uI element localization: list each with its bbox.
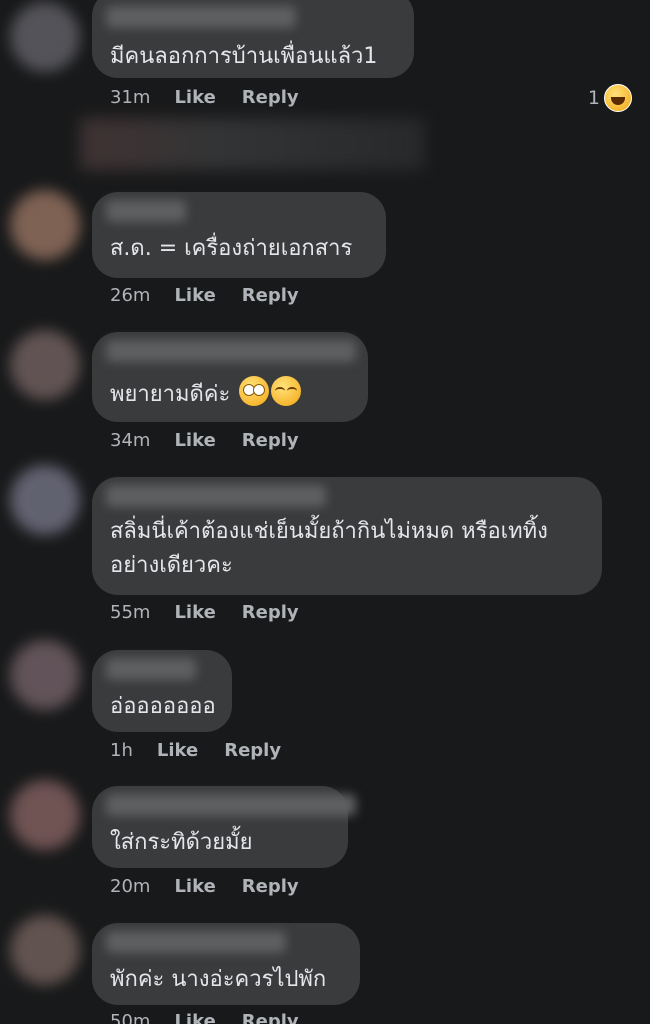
author-name[interactable]	[106, 340, 356, 362]
reply-button[interactable]: Reply	[242, 602, 299, 623]
author-name[interactable]	[106, 658, 196, 680]
relieved-emoji-icon	[271, 376, 302, 406]
comment-actions: 55m Like Reply	[110, 602, 325, 623]
timestamp: 26m	[110, 285, 151, 306]
reply-button[interactable]: Reply	[242, 430, 299, 451]
comment-bubble: สลิ่มนี่เค้าต้องแช่เย็นมั้ยถ้ากินไม่หมด …	[92, 477, 602, 595]
comment-actions: 50m Like Reply	[110, 1011, 325, 1024]
comment-actions: 1h Like Reply	[110, 740, 307, 761]
laughing-emoji-icon	[604, 84, 632, 112]
comment-bubble: มีคนลอกการบ้านเพื่อนแล้ว1	[92, 0, 414, 78]
comment-actions: 26m Like Reply	[110, 285, 325, 306]
reply-button[interactable]: Reply	[242, 1011, 299, 1024]
like-button[interactable]: Like	[174, 87, 215, 108]
like-button[interactable]: Like	[174, 1011, 215, 1024]
comment-text: พักค่ะ นางอ่ะควรไปพัก	[110, 967, 327, 992]
reaction-summary[interactable]: 1	[588, 84, 632, 112]
comment-text: พยายามดีค่ะ	[110, 376, 302, 412]
rolling-eyes-emoji-icon	[239, 376, 270, 406]
avatar[interactable]	[10, 915, 80, 985]
comment-text-body: พยายามดีค่ะ	[110, 382, 238, 407]
like-button[interactable]: Like	[157, 740, 198, 761]
comment-text: สลิ่มนี่เค้าต้องแช่เย็นมั้ยถ้ากินไม่หมด …	[110, 519, 548, 578]
timestamp: 34m	[110, 430, 151, 451]
like-button[interactable]: Like	[174, 876, 215, 897]
author-name[interactable]	[106, 485, 326, 507]
like-button[interactable]: Like	[174, 602, 215, 623]
comment-text: ส.ด. = เครื่องถ่ายเอกสาร	[110, 236, 353, 261]
reply-button[interactable]: Reply	[242, 285, 299, 306]
comment-bubble: อ่อออออออ	[92, 650, 232, 732]
author-name[interactable]	[106, 200, 186, 222]
comment-bubble: ใส่กระทิด้วยมั้ย	[92, 786, 356, 868]
comment-text: มีคนลอกการบ้านเพื่อนแล้ว1	[110, 44, 378, 69]
comment-bubble: ส.ด. = เครื่องถ่ายเอกสาร	[92, 192, 386, 278]
like-button[interactable]: Like	[174, 285, 215, 306]
avatar[interactable]	[10, 190, 80, 260]
blurred-content	[80, 118, 425, 170]
comment-feed: มีคนลอกการบ้านเพื่อนแล้ว1 31m Like Reply 1…	[0, 0, 650, 1024]
comment-actions: 34m Like Reply	[110, 430, 325, 451]
avatar[interactable]	[10, 330, 80, 400]
timestamp: 1h	[110, 740, 133, 761]
comment-actions: 20m Like Reply	[110, 876, 325, 897]
reply-button[interactable]: Reply	[224, 740, 281, 761]
avatar[interactable]	[10, 465, 80, 535]
comment-bubble: พักค่ะ นางอ่ะควรไปพัก	[92, 923, 360, 1005]
author-name[interactable]	[106, 931, 286, 953]
timestamp: 31m	[110, 87, 151, 108]
timestamp: 55m	[110, 602, 151, 623]
avatar[interactable]	[10, 2, 80, 72]
avatar[interactable]	[10, 640, 80, 710]
avatar[interactable]	[10, 780, 80, 850]
comment-bubble: พยายามดีค่ะ	[92, 332, 368, 422]
comment-text: ใส่กระทิด้วยมั้ย	[110, 830, 253, 855]
reply-button[interactable]: Reply	[242, 876, 299, 897]
comment-text: อ่อออออออ	[110, 694, 216, 719]
like-button[interactable]: Like	[174, 430, 215, 451]
timestamp: 20m	[110, 876, 151, 897]
author-name[interactable]	[106, 794, 356, 816]
timestamp: 50m	[110, 1011, 151, 1024]
comment-actions: 31m Like Reply	[110, 87, 325, 108]
author-name[interactable]	[106, 6, 296, 28]
reply-button[interactable]: Reply	[242, 87, 299, 108]
reaction-count: 1	[587, 87, 600, 109]
